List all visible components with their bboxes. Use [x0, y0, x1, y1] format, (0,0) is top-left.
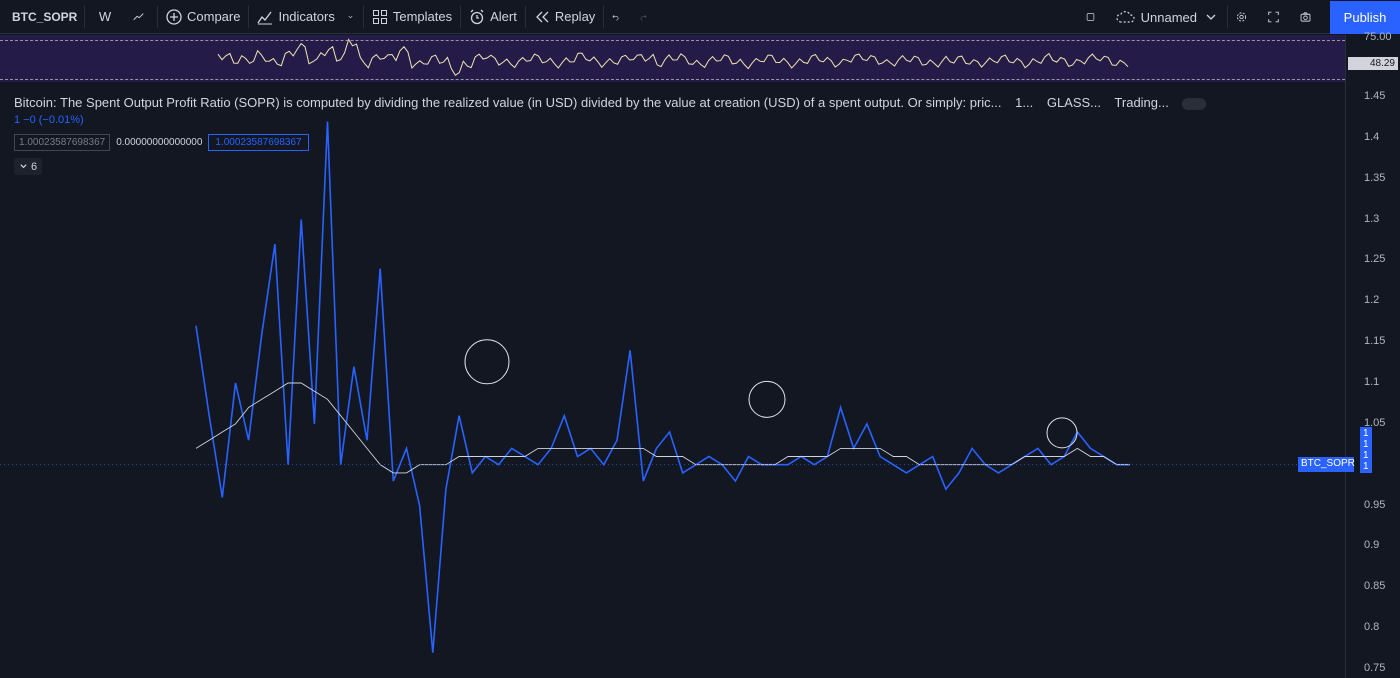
price-axis-tick: 1.25: [1364, 253, 1386, 266]
settings-button[interactable]: [1228, 0, 1260, 34]
price-axis-tick: 0.75: [1364, 662, 1386, 674]
indicators-button[interactable]: Indicators: [249, 0, 342, 34]
osc-top-label: 75.00: [1364, 31, 1392, 43]
indicators-icon: [257, 11, 273, 24]
price-axis[interactable]: 75.00 48.29 1.45 1.4 1.35 1.3 1.25 1.2 1.15 1.1…: [1345, 31, 1400, 678]
legend-exchange: GLASS...: [1046, 95, 1102, 110]
publish-label: Publish: [1343, 9, 1387, 25]
select-tool-button[interactable]: [1078, 0, 1108, 34]
oscillator-plot: [217, 38, 1129, 77]
interval-button[interactable]: W: [85, 0, 125, 34]
redo-button[interactable]: [632, 0, 660, 34]
layout-name-label: Unnamed: [1140, 9, 1197, 25]
layout-name-button[interactable]: Unnamed: [1108, 0, 1227, 34]
price-axis-tick: 0.8: [1364, 621, 1380, 634]
publish-button[interactable]: Publish: [1330, 0, 1400, 34]
rewind-icon: [535, 11, 549, 22]
chevron-down-icon: [1206, 14, 1216, 20]
symbol-label: BTC_SOPR: [12, 9, 78, 24]
undo-button[interactable]: [604, 0, 632, 34]
moving-average-line: [195, 382, 1130, 474]
price-axis-tick: 1.45: [1364, 90, 1386, 102]
replay-label: Replay: [554, 9, 596, 24]
price-axis-tick: 1.35: [1364, 171, 1386, 184]
osc-lower-band: [0, 79, 1345, 80]
compare-button[interactable]: Compare: [158, 0, 248, 34]
plus-circle-icon: [166, 8, 182, 25]
price-axis-tick: 1.3: [1364, 212, 1380, 225]
osc-upper-band: [0, 40, 1345, 41]
line-chart-icon: [133, 12, 144, 20]
indicators-dropdown[interactable]: [343, 0, 363, 34]
series-legend[interactable]: Bitcoin: The Spent Output Profit Ratio (…: [14, 95, 1207, 110]
fullscreen-icon: [1268, 11, 1279, 23]
oscillator-pane[interactable]: [0, 35, 1345, 82]
compare-label: Compare: [187, 9, 241, 24]
replay-button[interactable]: Replay: [526, 0, 603, 34]
highlight-circle[interactable]: [748, 380, 786, 418]
interval-label: W: [98, 9, 112, 24]
value-field-3[interactable]: 1.00023587698367: [208, 134, 309, 151]
legend-title: Bitcoin: The Spent Output Profit Ratio (…: [14, 95, 1002, 110]
snapshot-button[interactable]: [1292, 0, 1324, 34]
highlight-circle[interactable]: [464, 339, 510, 385]
indicator-values: 1.00023587698367 0.00000000000000 1.0002…: [14, 134, 309, 151]
indicators-label: Indicators: [278, 9, 335, 24]
symbol-price-tag: BTC_SOPR: [1298, 457, 1355, 472]
collapse-indicators-button[interactable]: 6: [14, 158, 42, 175]
chevron-down-icon: [20, 164, 27, 169]
chevron-down-icon: [348, 15, 353, 18]
redo-icon: [640, 14, 647, 20]
main-chart-pane[interactable]: [0, 84, 1345, 678]
legend-status-icon[interactable]: [1182, 97, 1207, 110]
fullscreen-button[interactable]: [1260, 0, 1292, 34]
osc-last-value-tag: 48.29: [1348, 57, 1398, 70]
chart-type-button[interactable]: [125, 0, 157, 34]
square-icon: [1086, 13, 1094, 21]
alert-button[interactable]: Alert: [461, 0, 525, 34]
templates-button[interactable]: Templates: [364, 0, 460, 34]
gear-icon: [1236, 12, 1247, 22]
oscillator-line: [217, 38, 1129, 77]
right-toolbar: Unnamed Publish: [1078, 0, 1400, 34]
price-axis-tick: 0.9: [1364, 539, 1380, 552]
camera-icon: [1300, 12, 1311, 22]
price-axis-tick: 1.1: [1364, 376, 1380, 388]
cloud-icon: [1116, 11, 1135, 23]
price-axis-tick: 1.4: [1364, 130, 1380, 143]
alert-label: Alert: [490, 9, 517, 24]
collapsed-count: 6: [30, 160, 38, 173]
sopr-chart: [0, 121, 1345, 653]
legend-source: Trading...: [1114, 95, 1169, 110]
sopr-series-line: [195, 121, 1130, 653]
highlight-circle[interactable]: [1046, 417, 1078, 449]
top-toolbar: BTC_SOPR W Compare Indicators Templates …: [0, 0, 1400, 34]
symbol-search-button[interactable]: BTC_SOPR: [0, 0, 84, 34]
legend-interval: 1...: [1015, 95, 1034, 110]
templates-icon: [372, 9, 387, 24]
alarm-clock-icon: [470, 9, 484, 24]
price-axis-tick: 1.15: [1364, 335, 1386, 348]
price-axis-tick: 1.2: [1364, 294, 1380, 307]
price-axis-tick: 0.85: [1364, 580, 1386, 593]
value-field-2: 0.00000000000000: [116, 137, 203, 148]
price-axis-tick: 0.95: [1364, 498, 1386, 511]
templates-label: Templates: [392, 9, 453, 24]
value-field-1[interactable]: 1.00023587698367: [14, 134, 111, 151]
series-value-tag: 1: [1360, 460, 1372, 473]
undo-icon: [612, 14, 619, 20]
change-readout: 1 −0 (−0.01%): [14, 114, 84, 126]
